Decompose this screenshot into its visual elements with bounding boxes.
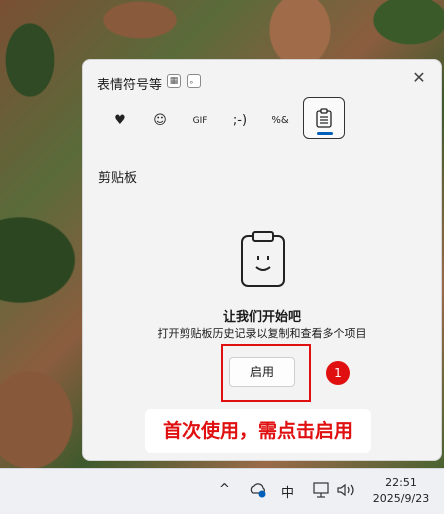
panel-title: 表情符号等 [97,78,163,93]
tab-favorites[interactable]: ♥ [105,108,135,134]
clipboard-tab-icon [316,107,332,128]
grid-icon[interactable]: ▦ [167,74,181,88]
smiley-icon: ☺ [153,113,167,128]
symbols-icon: %& [271,115,289,126]
empty-heading: 让我们开始吧 [222,310,301,325]
taskbar-clock[interactable]: 22:51 2025/9/23 [366,475,436,507]
callout-label: 首次使用，需点击启用 [145,409,371,453]
ime-indicator[interactable]: 中 [281,482,294,501]
step-badge: 1 [326,361,350,385]
gif-icon: GIF [192,116,208,126]
clipboard-smile-icon [241,231,285,287]
tab-emoji[interactable]: ☺ [145,108,175,134]
kaomoji-icon: ;-) [232,113,248,128]
chevron-up-icon[interactable]: ^ [219,482,230,497]
clock-date: 2025/9/23 [372,492,430,505]
heart-icon: ♥ [114,113,126,128]
tab-kaomoji[interactable]: ;-) [225,108,255,134]
tab-gif[interactable]: GIF [185,108,215,134]
dot-button[interactable]: 。 [187,74,201,88]
highlight-box [221,344,311,402]
clock-time: 22:51 [385,476,417,489]
close-icon[interactable]: ✕ [409,68,429,88]
empty-description: 打开剪贴板历史记录以复制和查看多个项目 [157,327,367,340]
cloud-sync-icon[interactable] [249,482,267,498]
active-tab-indicator [317,132,333,135]
tab-clipboard[interactable] [303,97,345,139]
volume-icon[interactable] [336,482,356,498]
tab-symbols[interactable]: %& [265,108,295,134]
section-title: 剪贴板 [98,171,138,186]
network-icon[interactable] [312,481,330,499]
